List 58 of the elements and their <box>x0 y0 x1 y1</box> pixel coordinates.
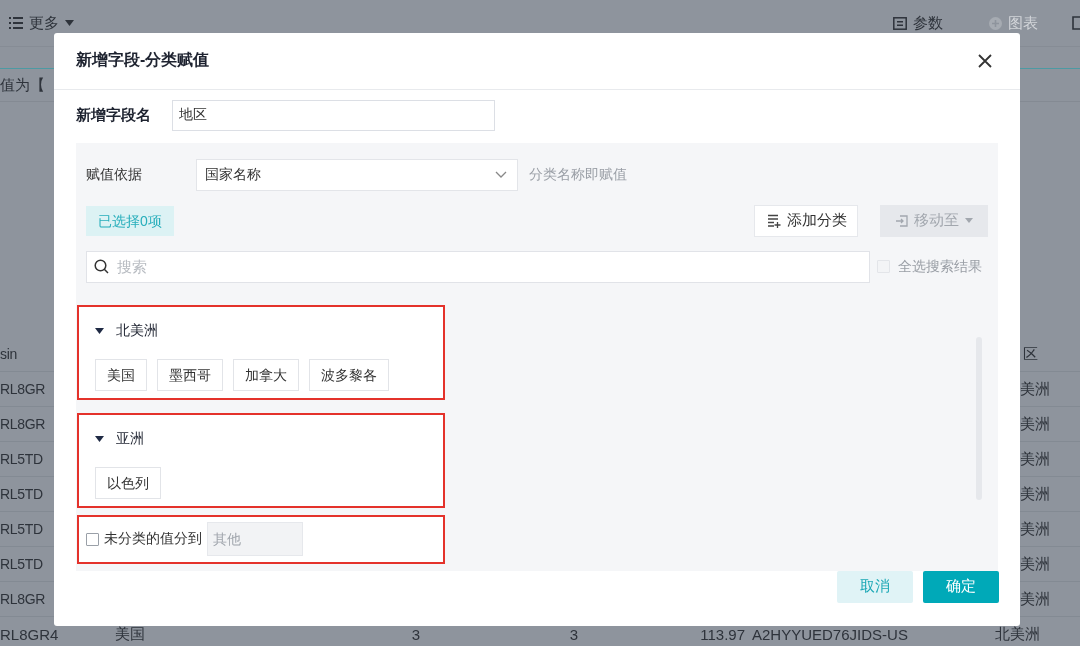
table-cell-text: 美洲 <box>1019 414 1051 434</box>
close-icon[interactable] <box>978 53 992 68</box>
column-header: sin <box>0 346 18 362</box>
other-input[interactable]: 其他 <box>207 522 303 556</box>
table-cell-text: RL5TD <box>0 556 44 572</box>
table-cell-text: 美洲 <box>1019 554 1051 574</box>
filter-text: 值为【 <box>0 75 45 95</box>
hint-text: 分类名称即赋值 <box>529 165 627 184</box>
field-name-input[interactable]: 地区 <box>172 99 495 131</box>
value-tag[interactable]: 以色列 <box>95 466 161 499</box>
checkbox-label: 未分类的值分到 <box>104 530 202 548</box>
dialog-title: 新增字段-分类赋值 <box>76 50 210 71</box>
table-cell-text: RL5TD <box>0 521 44 537</box>
value-tag[interactable]: 美国 <box>95 358 147 391</box>
caret-icon <box>65 20 74 26</box>
group-name: 亚洲 <box>116 429 144 448</box>
table-cell-text: A2HYYUED76JIDS-US <box>751 625 909 643</box>
table-cell-text: 美洲 <box>1019 484 1051 504</box>
search-field[interactable]: 搜索 <box>86 250 870 283</box>
field-label: 赋值依据 <box>86 165 143 184</box>
value-tag[interactable]: 加拿大 <box>233 358 299 391</box>
table-cell-text: RL8GR <box>0 381 47 397</box>
search-icon <box>94 258 109 274</box>
more-menu[interactable]: 更多 <box>29 13 59 33</box>
parameter-icon <box>893 16 907 30</box>
table-cell-text: 113.97 <box>699 625 746 643</box>
unclassified-checkbox[interactable] <box>86 532 99 546</box>
value-tag[interactable]: 波多黎各 <box>309 358 389 391</box>
caret-icon[interactable] <box>95 327 104 334</box>
table-cell-text: 美洲 <box>1019 589 1051 609</box>
parameters-button[interactable]: 参数 <box>913 13 943 33</box>
table-cell-text: 美洲 <box>1019 449 1051 469</box>
table-cell-text: 3 <box>410 625 421 643</box>
table-cell-text: 美洲 <box>1019 379 1051 399</box>
value-tag[interactable]: 墨西哥 <box>157 358 223 391</box>
table-cell-text: RL5TD <box>0 486 44 502</box>
table-cell-text: 北美洲 <box>994 624 1041 644</box>
basis-select[interactable]: 国家名称 <box>196 158 518 191</box>
group-name: 北美洲 <box>116 321 158 340</box>
caret-icon[interactable] <box>95 435 104 442</box>
table-cell-text: RL8GR4 <box>0 625 60 643</box>
table-cell-text: RL5TD <box>0 451 44 467</box>
table-cell-text: RL8GR <box>0 416 47 432</box>
add-circle-icon <box>989 16 1002 30</box>
list-icon <box>9 17 23 29</box>
chevron-down-icon <box>495 171 507 178</box>
column-header: 区 <box>1022 344 1039 364</box>
table-cell-text: 3 <box>568 625 579 643</box>
table-cell-text: 美洲 <box>1019 519 1051 539</box>
selected-count-tag: 已选择0项 <box>86 205 174 236</box>
caret-icon <box>965 218 973 223</box>
table-cell-text: RL8GR <box>0 591 47 607</box>
field-label: 新增字段名 <box>76 105 152 125</box>
add-category-button[interactable]: 添加分类 <box>754 204 858 237</box>
checkbox-label: 全选搜索结果 <box>898 257 982 276</box>
add-list-icon <box>767 213 781 228</box>
table-cell-text: 美国 <box>114 624 146 644</box>
move-icon <box>895 214 908 227</box>
